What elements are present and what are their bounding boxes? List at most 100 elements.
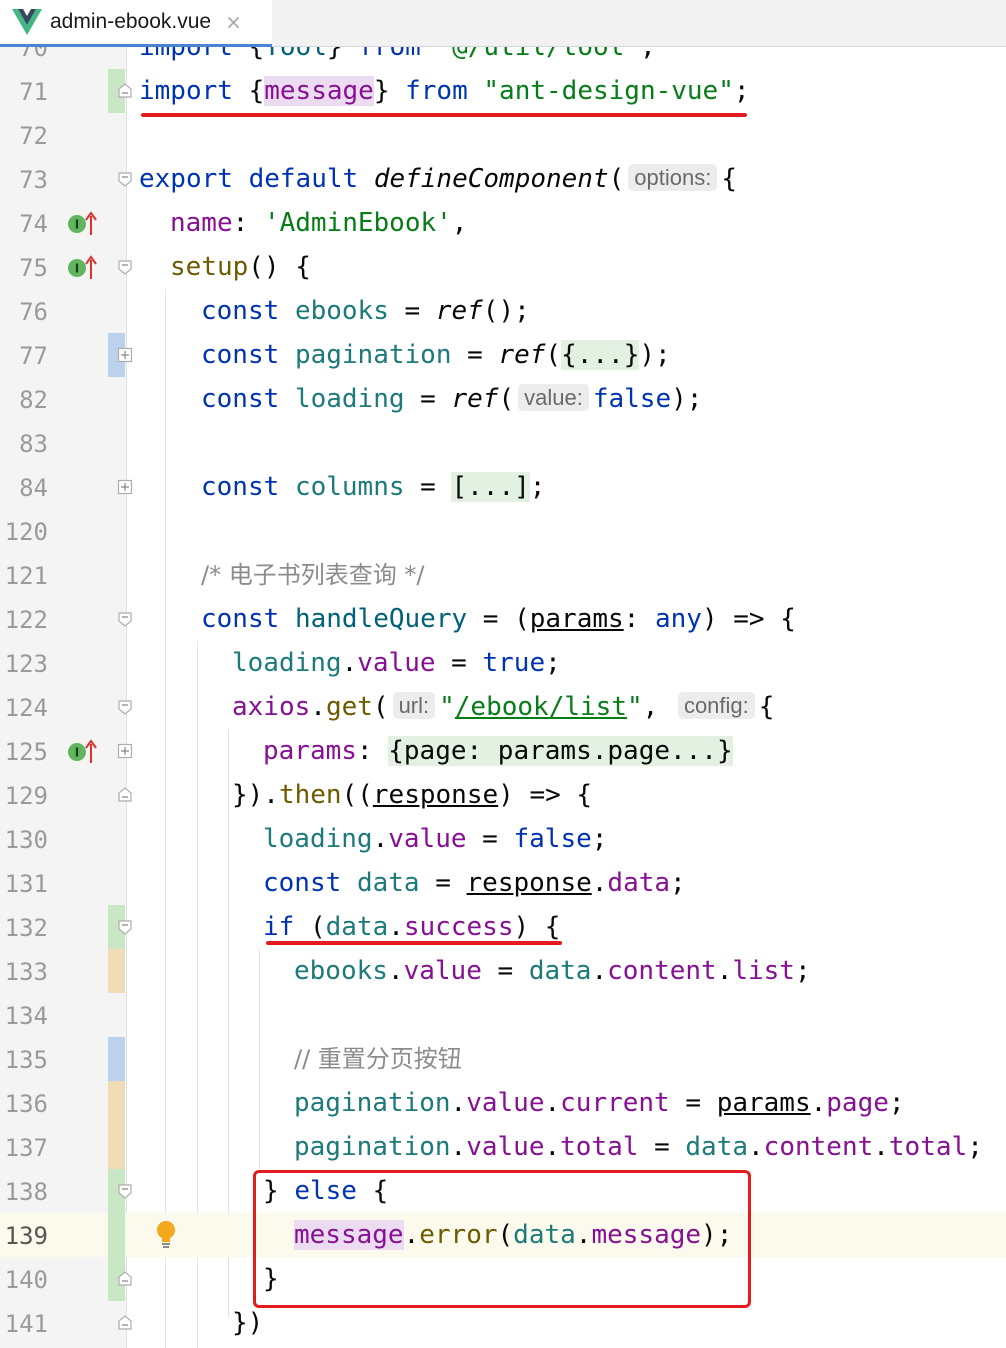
line-number: 130 [4,826,48,854]
line-code[interactable]: pagination.value.current = params.page; [294,1085,905,1121]
line-number: 73 [19,166,48,194]
line-number: 135 [4,1046,48,1074]
code-line: 129 }).then((response) => { [0,773,1006,817]
fold-expand-icon[interactable] [117,743,133,759]
annotation-underline [141,113,747,117]
fold-expand-icon[interactable] [117,479,133,495]
line-code[interactable]: const data = response.data; [263,865,686,901]
tab-admin-ebook-vue[interactable]: admin-ebook.vue × [0,0,272,47]
line-number: 125 [4,738,48,766]
line-code[interactable]: const loading = ref(value: false); [201,381,702,418]
fold-toggle-icon[interactable] [117,787,133,803]
code-line: 70 import {Tool} from "@/util/tool"; [0,47,1006,69]
implements-up-arrow-icon[interactable]: I [66,739,100,765]
line-number: 132 [4,914,48,942]
line-number: 134 [4,1002,48,1030]
line-code[interactable]: }).then((response) => { [232,777,592,813]
fold-expand-icon[interactable] [117,347,133,363]
folded-code: [...] [451,472,530,502]
code-line: 76 const ebooks = ref(); [0,289,1006,333]
code-line: 131 const data = response.data; [0,861,1006,905]
code-line: 72 [0,113,1006,157]
code-line: 120 [0,509,1006,553]
implements-up-arrow-icon[interactable]: I [66,211,100,237]
implements-up-arrow-icon[interactable]: I [66,255,100,281]
fold-toggle-icon[interactable] [117,1315,133,1331]
line-number: 82 [19,386,48,414]
code-line: 134 [0,993,1006,1037]
vcs-changed-marker [108,1081,125,1125]
fold-toggle-icon[interactable] [117,919,133,935]
code-line: 74 I name: 'AdminEbook', [0,201,1006,245]
line-code[interactable]: params: {page: params.page...} [263,733,733,769]
fold-toggle-icon[interactable] [117,611,133,627]
vcs-changed-marker [108,949,125,993]
line-number: 141 [4,1310,48,1338]
code-line: 71 import {message} from "ant-design-vue… [0,69,1006,113]
line-code[interactable]: import {message} from "ant-design-vue"; [139,73,750,109]
line-code[interactable]: const handleQuery = (params: any) => { [201,601,796,637]
folded-code: {page: params.page...} [388,736,733,766]
line-code[interactable]: loading.value = true; [232,645,561,681]
editor-tab-bar: admin-ebook.vue × [0,0,1006,47]
line-code[interactable]: const pagination = ref({...}); [201,337,671,373]
line-number: 133 [4,958,48,986]
code-line: 83 [0,421,1006,465]
line-number: 75 [19,254,48,282]
fold-toggle-icon[interactable] [117,83,133,99]
line-code[interactable]: if (data.success) { [263,909,560,945]
tab-title: admin-ebook.vue [50,10,212,33]
line-code[interactable]: axios.get(url: "/ebook/list", config:{ [232,689,774,726]
line-number: 70 [19,47,48,62]
line-code[interactable]: /* 电子书列表查询 */ [201,557,424,593]
fold-toggle-icon[interactable] [117,1183,133,1199]
fold-toggle-icon[interactable] [117,1271,133,1287]
vcs-added-marker [108,1213,125,1257]
line-code[interactable]: // 重置分页按钮 [294,1041,462,1077]
comment-text: // 重置分页按钮 [294,1045,462,1073]
fold-toggle-icon[interactable] [117,259,133,275]
parameter-hint: options: [628,164,718,191]
line-number: 131 [4,870,48,898]
code-line: 137 pagination.value.total = data.conten… [0,1125,1006,1169]
line-number: 74 [19,210,48,238]
lightbulb-icon[interactable] [154,1219,178,1249]
line-code[interactable]: name: 'AdminEbook', [170,205,467,241]
code-line: 121 /* 电子书列表查询 */ [0,553,1006,597]
line-code[interactable]: import {Tool} from "@/util/tool"; [139,47,656,65]
line-code[interactable]: const ebooks = ref(); [201,293,530,329]
code-editor[interactable]: 70 import {Tool} from "@/util/tool"; 71 … [0,47,1006,1348]
code-line: 124 axios.get(url: "/ebook/list", config:… [0,685,1006,729]
line-code[interactable]: setup() { [170,249,311,285]
line-code[interactable]: }) [232,1305,263,1341]
fold-toggle-icon[interactable] [117,171,133,187]
tab-close-icon[interactable]: × [225,10,242,34]
line-code[interactable]: loading.value = false; [263,821,607,857]
line-number: 139 [4,1222,48,1250]
vue-file-icon [12,9,42,35]
parameter-hint: value: [518,384,589,411]
vcs-modified-marker [108,1037,125,1081]
code-line: 133 ebooks.value = data.content.list; [0,949,1006,993]
line-number: 72 [19,122,48,150]
line-code[interactable]: ebooks.value = data.content.list; [294,953,811,989]
fold-toggle-icon[interactable] [117,699,133,715]
code-line: 77 const pagination = ref({...}); [0,333,1006,377]
line-code[interactable]: pagination.value.total = data.content.to… [294,1129,983,1165]
annotation-underline [266,941,562,945]
parameter-hint: config: [677,692,755,719]
code-line: 125 I params: {page: params.page...} [0,729,1006,773]
line-code[interactable]: export default defineComponent(options:{ [139,161,737,198]
comment-text: /* 电子书列表查询 */ [201,561,425,589]
line-code[interactable]: const columns = [...]; [201,469,545,505]
code-line: 84 const columns = [...]; [0,465,1006,509]
line-number: 137 [4,1134,48,1162]
vcs-changed-marker [108,1125,125,1169]
line-number: 83 [19,430,48,458]
line-number: 136 [4,1090,48,1118]
folded-code: {...} [561,340,640,370]
svg-text:I: I [75,262,79,276]
code-line: 82 const loading = ref(value: false); [0,377,1006,421]
line-number: 71 [19,78,48,106]
line-number: 120 [4,518,48,546]
